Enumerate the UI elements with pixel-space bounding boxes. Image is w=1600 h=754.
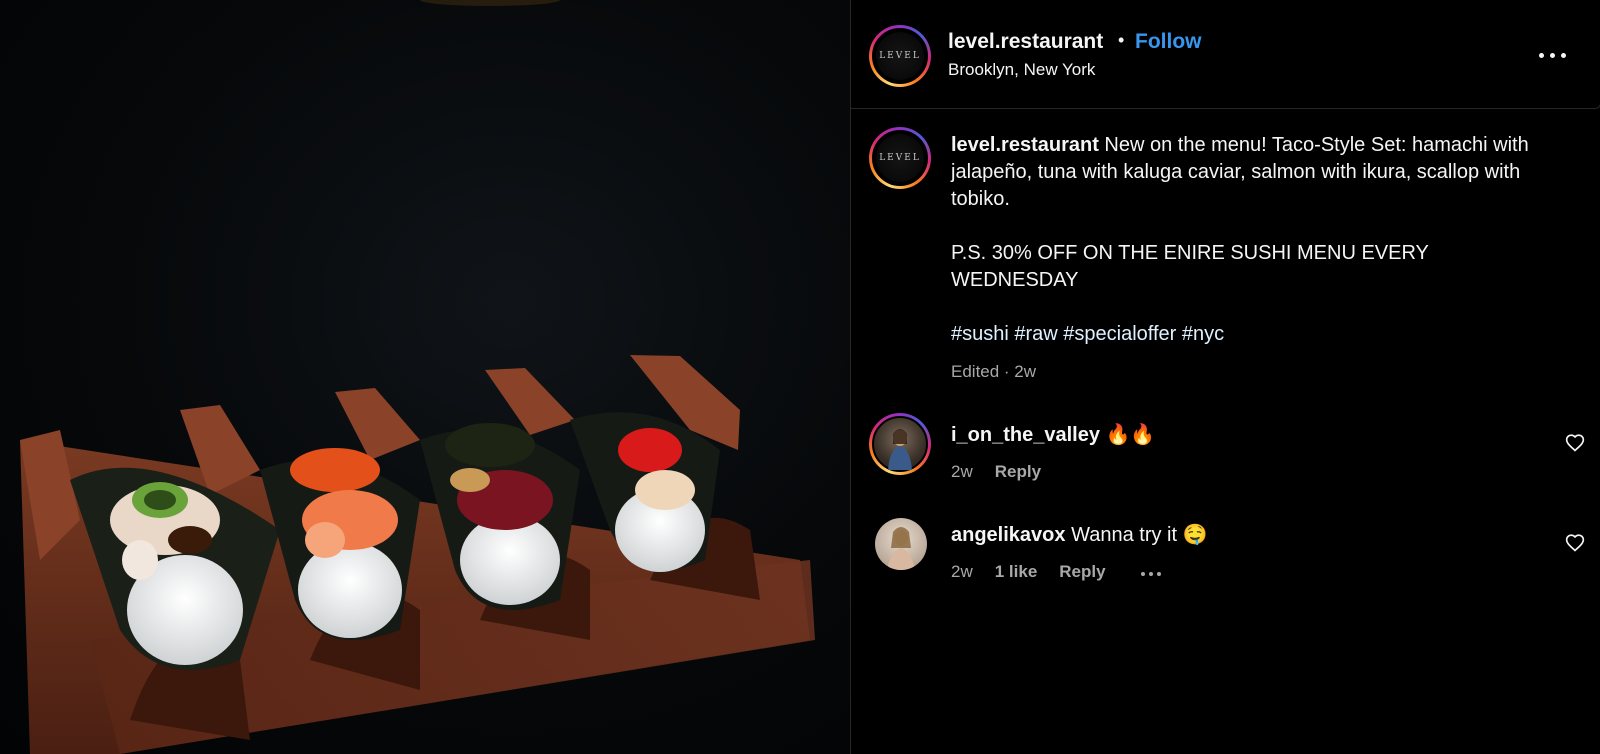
hashtag-link[interactable]: #specialoffer (1063, 323, 1176, 345)
hashtag-link[interactable]: #nyc (1182, 323, 1224, 345)
hashtag-link[interactable]: #raw (1014, 323, 1057, 345)
caption-hashtags: #sushi #raw #specialoffer #nyc (951, 323, 1224, 345)
caption-meta: Edited · 2w (951, 362, 1037, 381)
post-caption: level.restaurant New on the menu! Taco-S… (951, 132, 1551, 348)
logo-text: LEVEL (879, 153, 921, 163)
comment-body: 🔥🔥 (1105, 424, 1156, 446)
caption-username[interactable]: level.restaurant (951, 134, 1099, 156)
reply-button[interactable]: Reply (995, 462, 1041, 481)
comment-likes[interactable]: 1 like (995, 562, 1038, 581)
comment-text: i_on_the_valley 🔥🔥 (951, 422, 1155, 447)
comment-username[interactable]: i_on_the_valley (951, 424, 1100, 446)
comment-time: 2w (951, 462, 973, 481)
post-details-panel: LEVEL level.restaurant • Follow Brooklyn… (850, 0, 1600, 754)
restaurant-logo: LEVEL (876, 134, 924, 182)
more-options-icon[interactable] (1536, 40, 1570, 70)
hashtag-link[interactable]: #sushi (951, 323, 1009, 345)
heart-outline-icon[interactable] (1565, 533, 1585, 553)
comment-meta: 2w 1 like Reply (951, 562, 1128, 582)
restaurant-logo: LEVEL (876, 32, 924, 80)
heart-outline-icon[interactable] (1565, 433, 1585, 453)
post-image[interactable] (0, 0, 850, 754)
commenter-photo (888, 429, 912, 470)
separator-dot: • (1118, 30, 1125, 50)
caption-promo: P.S. 30% OFF ON THE ENIRE SUSHI MENU EVE… (951, 242, 1429, 291)
sushi-photo (20, 0, 815, 754)
comment-text: angelikavox Wanna try it 🤤 (951, 522, 1208, 547)
logo-text: LEVEL (879, 51, 921, 61)
commenter-avatar[interactable] (869, 413, 931, 475)
post-location[interactable]: Brooklyn, New York (948, 60, 1095, 80)
caption-avatar[interactable]: LEVEL (869, 127, 931, 189)
comment-body: Wanna try it 🤤 (1071, 524, 1208, 546)
account-avatar[interactable]: LEVEL (869, 25, 931, 87)
follow-button[interactable]: Follow (1135, 30, 1202, 54)
comment-username[interactable]: angelikavox (951, 524, 1066, 546)
commenter-avatar[interactable] (875, 518, 927, 570)
comment-meta: 2w Reply (951, 462, 1063, 482)
post-header: LEVEL level.restaurant • Follow Brooklyn… (851, 0, 1600, 109)
comment-time: 2w (951, 562, 973, 581)
commenter-photo (887, 527, 915, 570)
account-username[interactable]: level.restaurant (948, 30, 1103, 54)
reply-button[interactable]: Reply (1059, 562, 1105, 581)
comment-more-icon[interactable] (1139, 569, 1165, 579)
